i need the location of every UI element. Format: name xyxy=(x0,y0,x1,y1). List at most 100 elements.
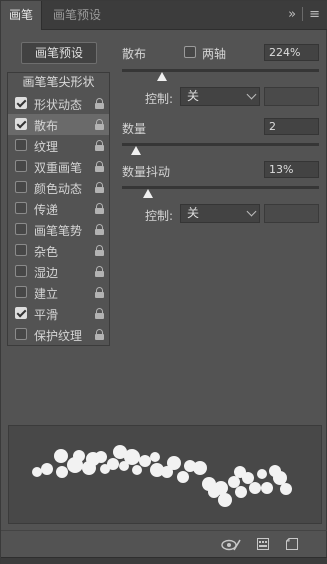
brush-panel: 画笔 画笔预设 » ≡ 画笔预设 画笔笔尖形状 形状动态 散布 纹理 双重画笔 颜色动态… xyxy=(0,0,327,564)
list-item[interactable]: 建立 xyxy=(8,282,109,303)
list-item[interactable]: 颜色动态 xyxy=(8,177,109,198)
scatter-slider-thumb[interactable] xyxy=(156,72,167,81)
tab-brush[interactable]: 画笔 xyxy=(1,1,43,30)
list-item[interactable]: 湿边 xyxy=(8,261,109,282)
checkbox[interactable] xyxy=(15,97,27,109)
count-label: 数量 xyxy=(122,122,147,136)
brush-stamp-dot xyxy=(261,482,273,494)
both-axes-checkbox[interactable] xyxy=(184,46,196,58)
list-item[interactable]: 散布 xyxy=(8,114,109,135)
list-item-label: 传递 xyxy=(34,203,59,217)
brush-stamp-dot xyxy=(235,486,247,498)
tab-brush-presets[interactable]: 画笔预设 xyxy=(45,1,109,30)
new-preset-icon[interactable] xyxy=(286,538,298,550)
lock-icon[interactable] xyxy=(95,308,104,319)
scatter-control-extra-field xyxy=(264,87,319,106)
checkbox[interactable] xyxy=(15,139,27,151)
brush-settings-list: 画笔笔尖形状 形状动态散布纹理双重画笔颜色动态传递画笔笔势杂色湿边建立平滑保护纹… xyxy=(7,72,110,346)
scatter-label: 散布 xyxy=(122,47,147,61)
brush-stamp-dot xyxy=(95,451,107,463)
collapse-icon[interactable]: » xyxy=(288,7,296,23)
lock-icon[interactable] xyxy=(95,119,104,130)
tab-bar: 画笔 画笔预设 » ≡ xyxy=(1,1,327,30)
lock-icon[interactable] xyxy=(95,182,104,193)
brush-presets-button[interactable]: 画笔预设 xyxy=(21,42,97,64)
grid-panel-icon[interactable] xyxy=(257,538,269,550)
scatter-control-label: 控制: xyxy=(145,92,174,106)
checkbox[interactable] xyxy=(15,286,27,298)
brush-stamp-dot xyxy=(257,469,267,479)
list-item[interactable]: 画笔笔势 xyxy=(8,219,109,240)
checkbox[interactable] xyxy=(15,328,27,340)
count-slider-track[interactable] xyxy=(122,143,319,146)
lock-icon[interactable] xyxy=(95,140,104,151)
bottom-strip xyxy=(1,557,327,564)
checkbox[interactable] xyxy=(15,202,27,214)
panel-menu-icon[interactable]: ≡ xyxy=(309,7,320,23)
count-jitter-value-field[interactable]: 13% xyxy=(264,161,319,178)
lock-icon[interactable] xyxy=(95,287,104,298)
chevron-down-icon xyxy=(246,89,257,100)
checkbox[interactable] xyxy=(15,118,27,130)
list-item[interactable]: 形状动态 xyxy=(8,93,109,114)
brush-stamp-dot xyxy=(177,471,189,483)
count-jitter-control-extra-field xyxy=(264,204,319,223)
list-item[interactable]: 传递 xyxy=(8,198,109,219)
brush-stamp-dot xyxy=(73,450,85,462)
list-item[interactable]: 平滑 xyxy=(8,303,109,324)
brush-tip-shape-item[interactable]: 画笔笔尖形状 xyxy=(8,73,109,93)
checkbox[interactable] xyxy=(15,160,27,172)
list-item[interactable]: 杂色 xyxy=(8,240,109,261)
both-axes-label: 两轴 xyxy=(202,47,227,61)
brush-stamp-dot xyxy=(107,458,119,470)
list-item-label: 保护纹理 xyxy=(34,329,83,343)
list-item[interactable]: 保护纹理 xyxy=(8,324,109,345)
brush-stamp-dot xyxy=(54,449,68,463)
count-jitter-control-value: 关 xyxy=(187,206,200,220)
tab-bar-icons: » ≡ xyxy=(288,7,320,23)
count-value-field[interactable]: 2 xyxy=(264,118,319,135)
brush-stamp-dot xyxy=(150,452,160,462)
checkbox[interactable] xyxy=(15,181,27,193)
list-item-label: 杂色 xyxy=(34,245,59,259)
list-item-label: 纹理 xyxy=(34,140,59,154)
list-item-label: 颜色动态 xyxy=(34,182,83,196)
checkbox[interactable] xyxy=(15,265,27,277)
separator xyxy=(302,7,304,21)
brush-stamp-dot xyxy=(167,456,181,470)
list-item-label: 平滑 xyxy=(34,308,59,322)
lock-icon[interactable] xyxy=(95,224,104,235)
chevron-down-icon xyxy=(246,206,257,217)
checkbox[interactable] xyxy=(15,223,27,235)
brush-stamp-dot xyxy=(56,466,68,478)
count-jitter-slider-thumb[interactable] xyxy=(142,189,153,198)
list-item-label: 建立 xyxy=(34,287,59,301)
lock-icon[interactable] xyxy=(95,329,104,340)
panel-footer xyxy=(1,530,327,556)
lock-icon[interactable] xyxy=(95,98,104,109)
scatter-value-field[interactable]: 224% xyxy=(264,44,319,61)
scatter-control-select[interactable]: 关 xyxy=(180,87,260,106)
scatter-slider-track[interactable] xyxy=(122,69,319,72)
list-item[interactable]: 双重画笔 xyxy=(8,156,109,177)
brush-stamp-dot xyxy=(218,493,232,507)
lock-icon[interactable] xyxy=(95,266,104,277)
brush-stamp-dot xyxy=(249,482,261,494)
list-item-label: 湿边 xyxy=(34,266,59,280)
checkbox[interactable] xyxy=(15,244,27,256)
list-item-label: 双重画笔 xyxy=(34,161,83,175)
list-item[interactable]: 纹理 xyxy=(8,135,109,156)
checkbox[interactable] xyxy=(15,307,27,319)
count-jitter-label: 数量抖动 xyxy=(122,165,171,179)
brush-stroke-preview xyxy=(8,425,322,524)
brush-stamp-dot xyxy=(280,483,292,495)
count-slider-thumb[interactable] xyxy=(130,146,141,155)
brush-stamp-dot xyxy=(41,463,53,475)
lock-icon[interactable] xyxy=(95,161,104,172)
lock-icon[interactable] xyxy=(95,245,104,256)
list-item-label: 形状动态 xyxy=(34,98,83,112)
count-jitter-control-select[interactable]: 关 xyxy=(180,204,260,223)
eye-brush-icon[interactable] xyxy=(221,538,241,552)
brush-stamp-dot xyxy=(124,449,140,465)
lock-icon[interactable] xyxy=(95,203,104,214)
